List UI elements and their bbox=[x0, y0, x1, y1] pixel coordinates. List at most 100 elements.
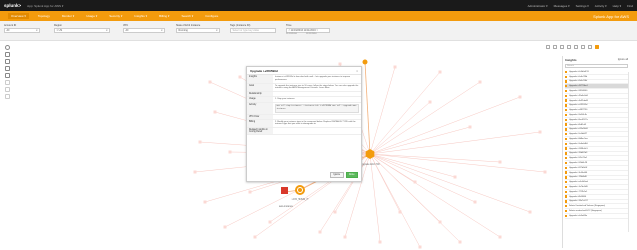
insight-list-item[interactable]: Upgrade i-cb3af44e bbox=[565, 214, 628, 219]
vpc-filter: VPC All ▾ bbox=[123, 24, 165, 33]
graph-node bbox=[223, 225, 227, 229]
graph-node bbox=[458, 240, 462, 244]
graph-node bbox=[318, 230, 322, 234]
warning-icon bbox=[565, 200, 568, 203]
app-title: Splunk App for AWS bbox=[593, 13, 629, 19]
network-icon[interactable] bbox=[560, 45, 564, 49]
warning-icon bbox=[565, 157, 568, 160]
account-select[interactable]: All ▾ bbox=[4, 28, 40, 33]
insight-label: Upgrade i-5b5f4c8c bbox=[568, 114, 588, 117]
vpc-select[interactable]: All ▾ bbox=[123, 28, 165, 33]
graph-edge bbox=[369, 131, 541, 155]
done-button[interactable]: Done bbox=[345, 172, 358, 178]
insight-label: Upgrade i-a3f87730 bbox=[568, 109, 588, 112]
nav-billing[interactable]: Billing ▾ bbox=[156, 13, 172, 19]
row-key[interactable]: VPC Flow bbox=[247, 114, 273, 119]
graph-node bbox=[498, 160, 502, 164]
row-key[interactable]: Activity bbox=[247, 102, 273, 114]
menu-find[interactable]: Find bbox=[627, 4, 633, 8]
nav-security[interactable]: Security ▾ bbox=[106, 13, 125, 19]
insight-label: Upgrade i-981f4640 bbox=[568, 90, 588, 93]
graph-node bbox=[468, 125, 472, 129]
insight-label: Upgrade i-45a4e9a8 bbox=[568, 94, 588, 97]
graph-node bbox=[543, 170, 547, 174]
menu-user[interactable]: Administrator ▾ bbox=[528, 4, 548, 8]
graph-node bbox=[228, 150, 232, 154]
gear-icon[interactable] bbox=[588, 45, 592, 49]
menu-settings[interactable]: Settings ▾ bbox=[576, 4, 589, 8]
warning-icon bbox=[565, 214, 568, 217]
menu-messages[interactable]: Messages ▾ bbox=[554, 4, 570, 8]
database-icon[interactable] bbox=[574, 45, 578, 49]
filter-bar: Account ID All ▾ Region × US ▾ VPC All ▾… bbox=[0, 21, 637, 41]
vpc-label: VPC bbox=[123, 24, 129, 27]
row-key[interactable]: Goal bbox=[247, 83, 273, 92]
insight-label: Upgrade i-2638a9c5 bbox=[568, 147, 588, 150]
warning-icon bbox=[565, 118, 568, 122]
graph-edge bbox=[369, 66, 396, 155]
close-icon[interactable]: × bbox=[356, 69, 358, 73]
graph-node bbox=[198, 140, 202, 144]
warning-icon bbox=[565, 152, 568, 155]
row-key[interactable]: Relationship bbox=[247, 92, 273, 97]
graph-node bbox=[438, 70, 442, 74]
nav-configure[interactable]: Configure bbox=[202, 13, 221, 19]
insight-label: Upgrade i-39d6f2d3 bbox=[568, 152, 588, 155]
state-select[interactable]: Running ▾ bbox=[176, 28, 220, 33]
graph-edge bbox=[369, 81, 481, 155]
app-switcher[interactable]: App: Splunk App for AWS ▾ bbox=[27, 4, 63, 8]
insight-label: Upgrade i-c83a3b06 bbox=[568, 128, 588, 131]
shield-icon[interactable] bbox=[567, 45, 571, 49]
row-key[interactable]: Usage bbox=[247, 97, 273, 102]
scrollbar[interactable] bbox=[627, 72, 629, 232]
row-key[interactable]: Billing bbox=[247, 119, 273, 128]
menu-activity[interactable]: Activity ▾ bbox=[595, 4, 607, 8]
insight-label: Upgrade i-33e7e017 bbox=[568, 200, 588, 203]
chevron-down-icon: ▾ bbox=[36, 29, 38, 32]
nav-usage[interactable]: Usage ▾ bbox=[83, 13, 100, 19]
ignore-button[interactable]: Ignore bbox=[329, 172, 344, 178]
warning-icon bbox=[565, 113, 568, 117]
graph-node bbox=[193, 170, 197, 174]
row-key[interactable]: Insights bbox=[247, 75, 273, 83]
selected-node-sublabel: aws-instance bbox=[279, 205, 294, 208]
insight-label: Upgrade i-0c8b0d211 bbox=[568, 70, 589, 73]
graph-node bbox=[498, 235, 502, 239]
cloud-icon[interactable] bbox=[581, 45, 585, 49]
row-key[interactable]: Related Insights in Config Rules bbox=[247, 128, 273, 135]
warning-icon bbox=[565, 104, 568, 107]
warning-icon bbox=[565, 185, 568, 189]
warning-icon bbox=[565, 89, 568, 93]
region-select[interactable]: × US ▾ bbox=[54, 28, 110, 33]
time-end-text: 11/11/2016 bbox=[306, 33, 317, 35]
graph-node bbox=[538, 130, 542, 134]
graph-node bbox=[518, 95, 522, 99]
nav-overview[interactable]: Overview ▾ bbox=[8, 13, 29, 19]
insights-search-input[interactable]: Search bbox=[565, 64, 628, 68]
nav-topology[interactable]: Topology bbox=[35, 13, 53, 19]
insight-label: Upgrade i-77f7b2a1 bbox=[568, 190, 588, 193]
graph-edge bbox=[369, 96, 521, 155]
warning-icon bbox=[565, 80, 568, 83]
menu-help[interactable]: Help ▾ bbox=[613, 4, 622, 8]
warning-icon bbox=[565, 94, 568, 98]
tags-input[interactable]: Select or type key:value bbox=[230, 28, 276, 33]
nav-search[interactable]: Search ▾ bbox=[178, 13, 196, 19]
ignore-all-button[interactable]: Ignore all bbox=[618, 58, 628, 61]
splunk-logo[interactable]: splunk> bbox=[4, 3, 21, 8]
lightbulb-icon[interactable] bbox=[595, 45, 599, 49]
graph-node bbox=[428, 100, 432, 104]
graph-edge bbox=[369, 126, 471, 155]
popup-row: Related Insights in Config Rules bbox=[247, 128, 361, 136]
app-nav-bar: Overview ▾ Topology Monitor ▾ Usage ▾ Se… bbox=[0, 11, 637, 21]
insight-label: Upgrade i-1e7bc8d5 bbox=[568, 186, 588, 189]
warning-icon bbox=[565, 190, 568, 194]
insight-label: Upgrade i-4e32abd3 bbox=[568, 99, 588, 102]
nav-monitor[interactable]: Monitor ▾ bbox=[59, 13, 77, 19]
graph-node bbox=[528, 210, 532, 214]
cli-command[interactable]: aws ec2 stop-instances --instance-ids i-… bbox=[275, 103, 359, 113]
popup-title: Upgrade i-e5f9599d bbox=[250, 68, 278, 73]
nav-insights[interactable]: Insights ▾ bbox=[131, 13, 150, 19]
insight-label: Upgrade i-5c6bbf27 bbox=[568, 133, 588, 136]
account-filter: Account ID All ▾ bbox=[4, 24, 40, 33]
